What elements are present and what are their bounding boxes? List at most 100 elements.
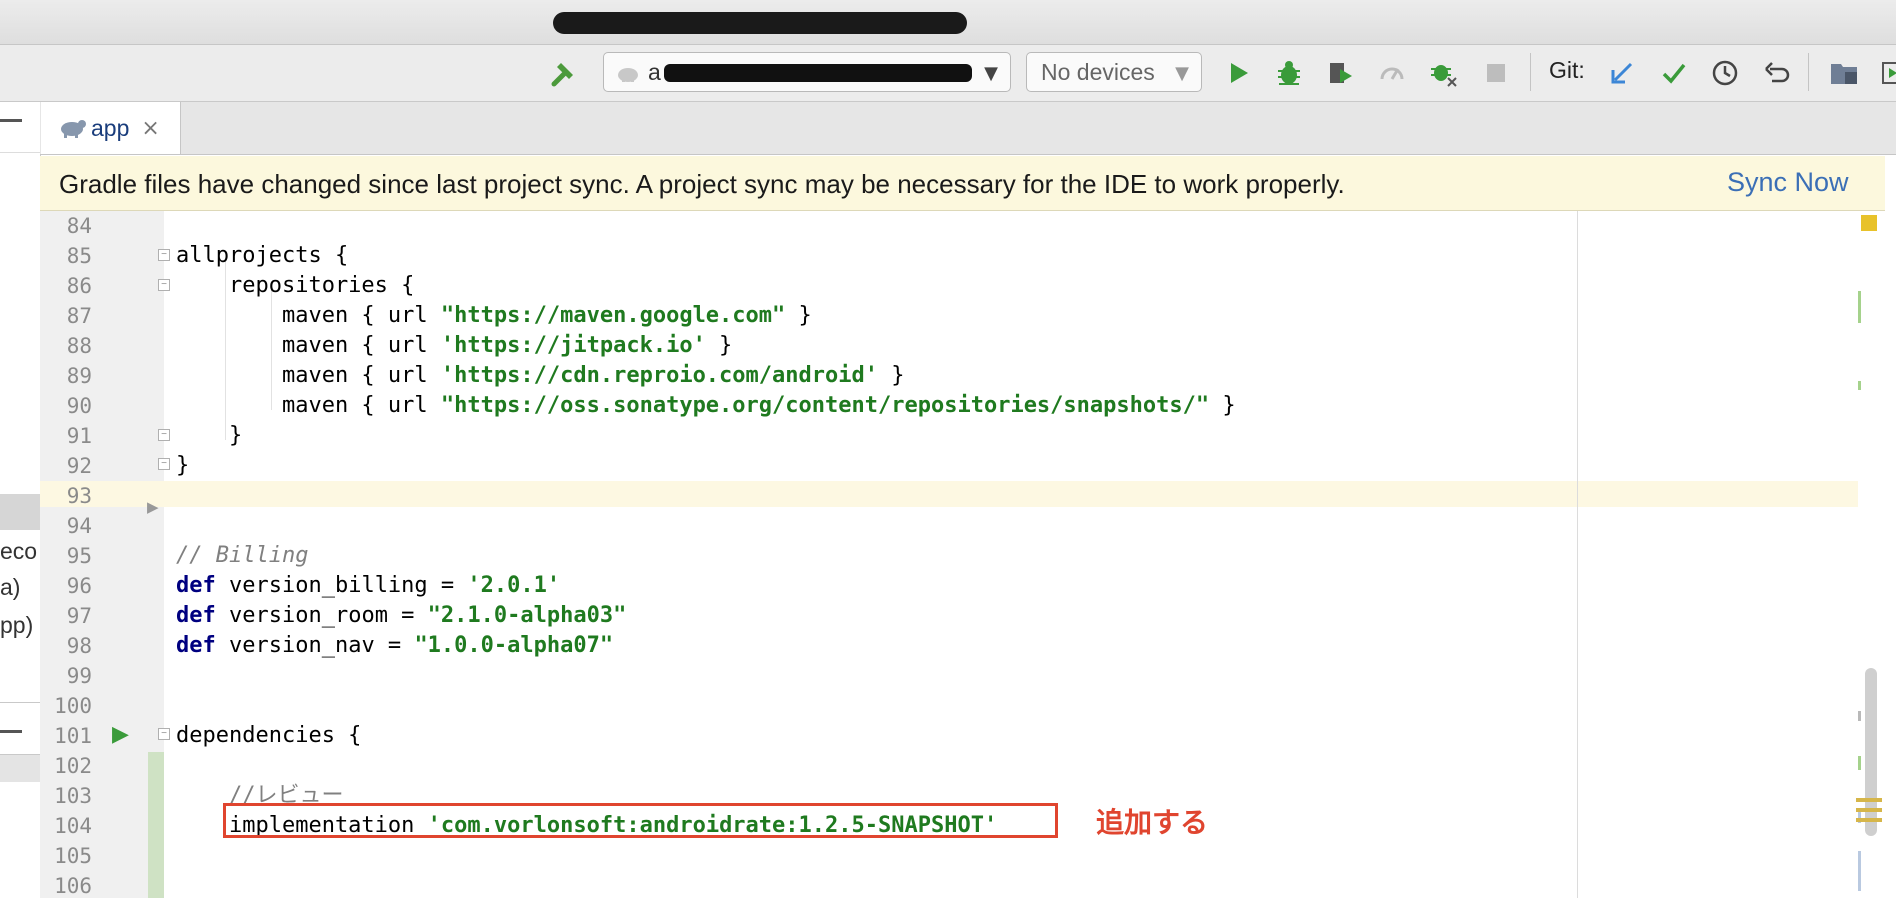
string-literal: 'https://cdn.reproio.com/android'	[440, 363, 878, 388]
change-marker[interactable]	[1858, 711, 1861, 721]
git-rollback-icon[interactable]	[1758, 55, 1794, 91]
close-icon[interactable]: ×	[141, 116, 159, 141]
keyword: def	[176, 633, 216, 658]
tab-app[interactable]: app ×	[41, 102, 181, 154]
run-icon[interactable]	[1220, 55, 1256, 91]
code-line[interactable]: maven { url "https://maven.google.com" }	[176, 301, 1576, 331]
search-result-marker[interactable]	[1856, 808, 1882, 812]
line-number: 93	[66, 484, 92, 508]
change-marker[interactable]	[1858, 756, 1861, 770]
warning-indicator-icon[interactable]	[1861, 215, 1877, 231]
code-editor[interactable]: allprojects { repositories { maven { url…	[176, 211, 1576, 901]
code-text: maven { url	[176, 303, 441, 328]
git-history-icon[interactable]	[1707, 55, 1743, 91]
search-result-marker[interactable]	[1856, 798, 1882, 802]
code-line[interactable]: maven { url 'https://jitpack.io' }	[176, 331, 1576, 361]
line-number: 105	[54, 844, 92, 868]
line-numbers: 84 85 86 87 88 89 90 91 92 93 94 95 96 9…	[40, 211, 92, 901]
minimize-icon[interactable]	[0, 730, 22, 733]
code-text: maven { url	[176, 363, 441, 388]
code-line[interactable]: def version_nav = "1.0.0-alpha07"	[176, 631, 1576, 661]
code-text: }	[785, 303, 812, 328]
line-number: 90	[66, 394, 92, 418]
apply-changes-icon[interactable]	[1374, 55, 1410, 91]
code-text: maven { url	[176, 393, 441, 418]
code-line[interactable]: maven { url "https://oss.sonatype.org/co…	[176, 391, 1576, 421]
git-label: Git:	[1549, 57, 1585, 83]
code-line[interactable]: allprojects {	[176, 241, 1576, 271]
tree-item-text[interactable]: a)	[0, 574, 20, 601]
fold-icon[interactable]: −	[158, 458, 170, 470]
line-number: 103	[54, 784, 92, 808]
android-icon	[616, 62, 640, 82]
sync-now-link[interactable]: Sync Now	[1727, 167, 1849, 198]
minimize-icon[interactable]	[0, 119, 22, 122]
preview-icon[interactable]	[1874, 55, 1896, 91]
tab-label: app	[91, 114, 130, 141]
string-literal: "https://oss.sonatype.org/content/reposi…	[440, 393, 1210, 418]
code-line[interactable]	[176, 511, 1576, 541]
breakpoint-arrow-icon: ▶	[147, 498, 159, 516]
string-literal: "1.0.0-alpha07"	[414, 633, 614, 658]
line-number: 98	[66, 634, 92, 658]
fold-icon[interactable]: −	[158, 728, 170, 740]
string-literal: "https://maven.google.com"	[440, 303, 786, 328]
tree-item-text[interactable]: eco	[0, 538, 37, 565]
run-gutter-icon[interactable]: ▶	[112, 722, 129, 747]
chevron-down-icon: ▼	[984, 63, 998, 84]
line-number: 87	[66, 304, 92, 328]
change-marker[interactable]	[1858, 291, 1861, 323]
line-number: 102	[54, 754, 92, 778]
code-line[interactable]: def version_room = "2.1.0-alpha03"	[176, 601, 1576, 631]
git-commit-icon[interactable]	[1656, 55, 1692, 91]
device-select-value: No devices	[1041, 58, 1155, 85]
line-number: 91	[66, 424, 92, 448]
code-line[interactable]: def version_billing = '2.0.1'	[176, 571, 1576, 601]
panel-input[interactable]	[0, 755, 40, 782]
panel-divider	[0, 152, 40, 153]
project-panel-edge: eco a) pp)	[0, 102, 41, 898]
attach-debugger-icon[interactable]	[1425, 55, 1461, 91]
selected-tree-row[interactable]	[0, 494, 40, 530]
code-line[interactable]: dependencies {	[176, 721, 1576, 751]
fold-icon[interactable]: −	[158, 249, 170, 261]
device-select[interactable]: No devices ▼	[1026, 52, 1202, 92]
fold-icon[interactable]: −	[158, 279, 170, 291]
title-bar	[0, 0, 1896, 45]
toolbar-separator	[1808, 53, 1809, 91]
code-line[interactable]	[176, 751, 1576, 781]
code-line[interactable]: }	[176, 421, 1576, 451]
profile-icon[interactable]	[1322, 55, 1358, 91]
code-line[interactable]: maven { url 'https://cdn.reproio.com/and…	[176, 361, 1576, 391]
change-marker[interactable]	[1858, 851, 1861, 891]
fold-icon[interactable]: −	[158, 429, 170, 441]
git-update-icon[interactable]	[1604, 55, 1640, 91]
line-number: 89	[66, 364, 92, 388]
code-line[interactable]: }	[176, 451, 1576, 481]
line-number: 96	[66, 574, 92, 598]
search-result-marker[interactable]	[1856, 818, 1882, 822]
debug-icon[interactable]	[1271, 55, 1307, 91]
project-structure-icon[interactable]	[1826, 55, 1862, 91]
line-number: 92	[66, 454, 92, 478]
line-number: 97	[66, 604, 92, 628]
code-line[interactable]	[176, 661, 1576, 691]
line-number: 99	[66, 664, 92, 688]
code-line[interactable]	[176, 481, 1576, 511]
code-line[interactable]	[176, 211, 1576, 241]
code-line[interactable]	[176, 691, 1576, 721]
code-comment[interactable]: // Billing	[176, 541, 1576, 571]
run-configuration-select[interactable]: a ▼	[603, 52, 1011, 92]
code-text: }	[878, 363, 905, 388]
code-line[interactable]	[176, 841, 1576, 871]
stop-icon[interactable]	[1478, 55, 1514, 91]
change-marker[interactable]	[1858, 381, 1861, 390]
line-number: 86	[66, 274, 92, 298]
vcs-change-marker[interactable]	[148, 752, 164, 898]
code-line[interactable]: repositories {	[176, 271, 1576, 301]
tree-item-text[interactable]: pp)	[0, 612, 33, 639]
main-toolbar: a ▼ No devices ▼ Git:	[0, 45, 1896, 102]
line-number: 104	[54, 814, 92, 838]
code-line[interactable]	[176, 871, 1576, 901]
hammer-icon[interactable]	[545, 55, 581, 91]
